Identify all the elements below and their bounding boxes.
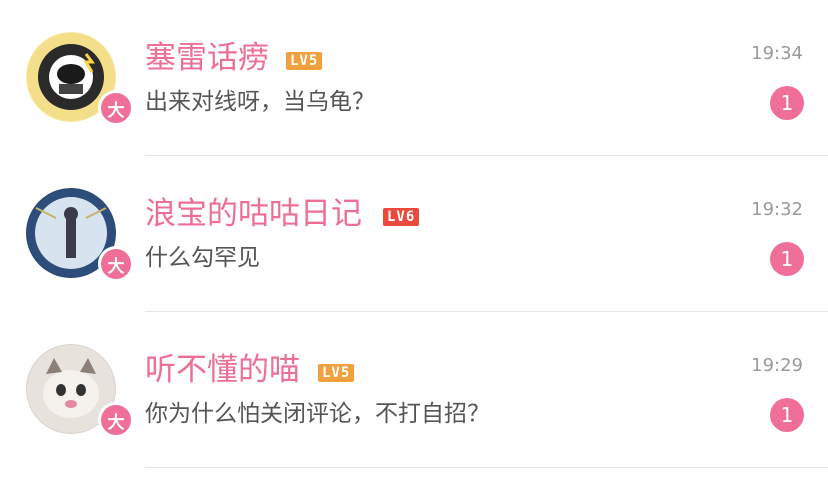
unread-count-badge: 1 <box>770 86 804 120</box>
conversation-item[interactable]: 大 浪宝的咕咕日记 LV6 19:32 什么勾罕见 1 <box>0 156 828 312</box>
contact-name: 浪宝的咕咕日记 <box>145 196 362 232</box>
unread-count-badge: 1 <box>770 242 804 276</box>
level-badge: LV5 <box>318 364 355 382</box>
conversation-item[interactable]: 大 听不懂的喵 LV5 19:29 你为什么怕关闭评论，不打自招？ 1 <box>0 312 828 468</box>
unread-count-badge: 1 <box>770 398 804 432</box>
avatar-container[interactable]: 大 <box>22 28 134 128</box>
level-badge: LV6 <box>383 208 420 226</box>
message-time: 19:32 <box>751 199 803 220</box>
message-preview: 什么勾罕见 <box>145 245 260 271</box>
message-preview: 出来对线呀，当乌龟？ <box>145 89 375 115</box>
vip-badge: 大 <box>98 402 134 438</box>
vip-badge: 大 <box>98 90 134 126</box>
vip-badge: 大 <box>98 246 134 282</box>
level-badge: LV5 <box>286 52 323 70</box>
avatar-container[interactable]: 大 <box>22 184 134 284</box>
divider <box>145 467 828 468</box>
contact-name: 听不懂的喵 <box>145 352 300 388</box>
message-time: 19:34 <box>751 43 803 64</box>
conversation-item[interactable]: 大 塞雷话痨 LV5 19:34 出来对线呀，当乌龟？ 1 <box>0 0 828 156</box>
message-preview: 你为什么怕关闭评论，不打自招？ <box>145 401 490 427</box>
contact-name: 塞雷话痨 <box>145 40 269 76</box>
avatar-container[interactable]: 大 <box>22 340 134 440</box>
message-time: 19:29 <box>751 355 803 376</box>
